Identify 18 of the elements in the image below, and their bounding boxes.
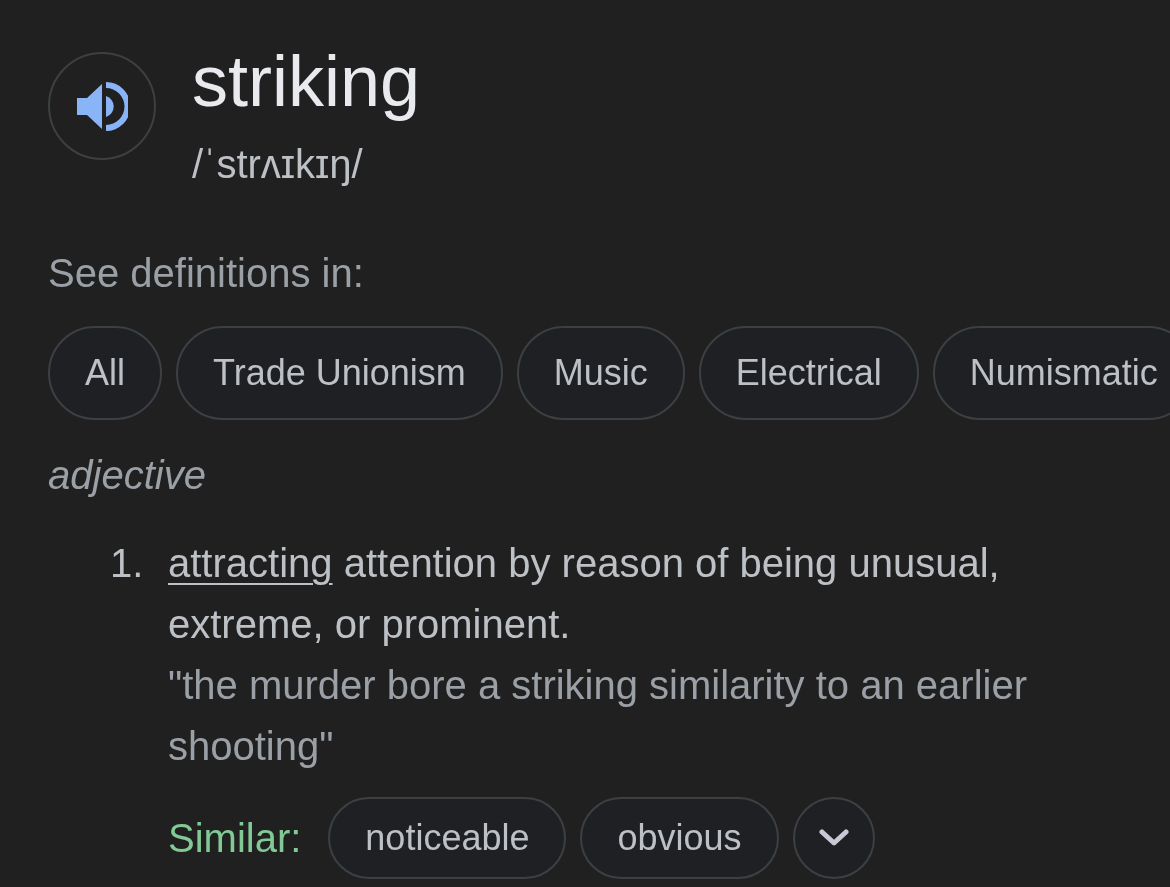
speaker-icon bbox=[76, 81, 128, 131]
similar-label: Similar: bbox=[168, 818, 302, 858]
chevron-down-icon bbox=[818, 829, 849, 847]
word-link[interactable]: attracting bbox=[168, 541, 333, 585]
domain-chip[interactable]: Electrical bbox=[698, 326, 919, 420]
domain-chip[interactable]: Music bbox=[516, 326, 685, 420]
list-number: 1. bbox=[110, 540, 145, 587]
synonym-chip[interactable]: noticeable bbox=[328, 797, 567, 879]
example-text: "the murder bore a striking similarity to an earlier shooting" bbox=[168, 662, 1028, 770]
part-of-speech: adjective bbox=[48, 455, 206, 495]
definition-text: attracting attention by reason of being unusual, extreme, or prominent. bbox=[168, 540, 1001, 648]
domain-chip[interactable]: All bbox=[48, 326, 162, 420]
domain-chip[interactable]: Numismatic bbox=[932, 326, 1170, 420]
domain-chip[interactable]: Trade Unionism bbox=[176, 326, 503, 420]
section-label: See definitions in: bbox=[48, 253, 364, 293]
synonym-chip[interactable]: obvious bbox=[580, 797, 779, 879]
speaker-button[interactable] bbox=[48, 52, 156, 160]
phonetic-spelling: /ˈstrʌɪkɪŋ/ bbox=[192, 144, 363, 184]
